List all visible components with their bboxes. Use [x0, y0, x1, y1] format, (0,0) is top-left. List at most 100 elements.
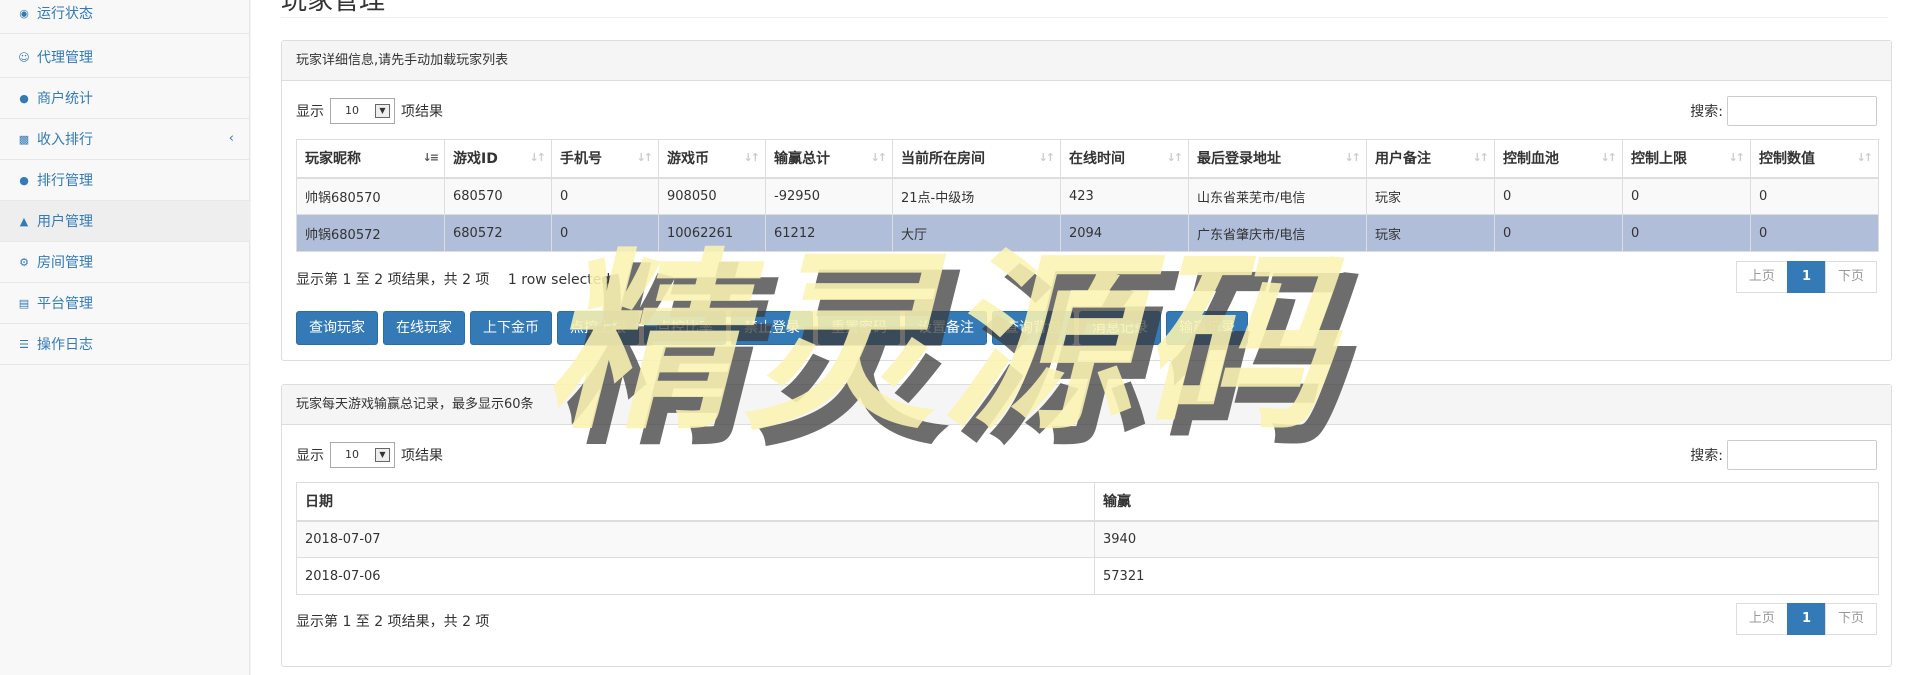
players-search-control: 搜索: [1690, 96, 1877, 126]
bell-icon: ▲ [19, 214, 29, 228]
column-header-date[interactable]: 日期 [296, 482, 1095, 522]
action-button-bar: 查询玩家 在线玩家 上下金币 点控上限 点控比率 禁止登录 重置密码 设置备注 … [296, 311, 1253, 345]
sort-icon: ↓↑ [1600, 151, 1618, 164]
column-header-control-pool[interactable]: 控制血池 ↓↑ [1494, 139, 1623, 179]
sidebar-item-label: 用户管理 [37, 214, 93, 230]
cell-online-time: 423 [1060, 177, 1189, 215]
cell-win-loss: 57321 [1094, 557, 1879, 595]
players-table-header: 玩家昵称 ↓≡ 游戏ID ↓↑ 手机号 ↓↑ 游戏币 ↓↑ 输赢总计 ↓↑ 当前所在房间 ↓… [296, 139, 1879, 179]
sidebar-item-platform[interactable]: ▤ 平台管理 [0, 283, 250, 324]
table-row[interactable]: 2018-07-07 3940 [296, 520, 1879, 558]
query-player-button[interactable]: 查询玩家 [296, 311, 378, 345]
adjust-coins-button[interactable]: 上下金币 [470, 311, 552, 345]
column-header-current-room[interactable]: 当前所在房间 ↓↑ [892, 139, 1061, 179]
length-suffix-label: 项结果 [401, 104, 443, 120]
sidebar-item-income-ranking[interactable]: ▩ 收入排行 ‹ [0, 119, 250, 160]
pagination-next[interactable]: 下页 [1824, 603, 1877, 635]
table-row-selected[interactable]: 帅锅680572 680572 0 10062261 61212 大厅 2094… [296, 214, 1879, 252]
table-row[interactable]: 2018-07-06 57321 [296, 557, 1879, 595]
control-limit-button[interactable]: 点控上限 [557, 311, 639, 345]
daily-panel-heading: 玩家每天游戏输赢总记录，最多显示60条 [282, 385, 1891, 425]
column-header-control-value[interactable]: 控制数值 ↓↑ [1750, 139, 1879, 179]
keyboard-icon: ▤ [18, 296, 30, 310]
cell-remark: 玩家 [1366, 214, 1495, 252]
selected-rows-info: 1 row selected [507, 272, 611, 288]
cell-remark: 玩家 [1366, 177, 1495, 215]
smile-icon: ☺ [18, 50, 30, 64]
column-header-remark[interactable]: 用户备注 ↓↑ [1366, 139, 1495, 179]
ban-login-button[interactable]: 禁止登录 [731, 311, 813, 345]
sort-icon: ↓↑ [870, 151, 888, 164]
sort-icon: ↓↑ [1472, 151, 1490, 164]
sidebar-item-label: 平台管理 [37, 296, 93, 312]
sort-icon: ↓↑ [529, 151, 547, 164]
sort-icon: ↓↑ [1728, 151, 1746, 164]
sidebar-item-label: 排行管理 [37, 173, 93, 189]
daily-search-input[interactable] [1727, 440, 1877, 470]
players-length-control: 显示 10 ▼ 项结果 [296, 98, 443, 124]
sidebar-item-rooms[interactable]: ⚙ 房间管理 [0, 242, 250, 283]
daily-table-info: 显示第 1 至 2 项结果，共 2 项 [296, 614, 490, 630]
dashboard-icon: ◉ [19, 6, 29, 20]
select-arrow-icon: ▼ [375, 104, 390, 118]
message-records-button[interactable]: 消息记录 [1079, 311, 1161, 345]
list-icon: ☰ [19, 337, 29, 351]
set-remark-button[interactable]: 设置备注 [905, 311, 987, 345]
sort-icon: ↓↑ [1166, 151, 1184, 164]
online-players-button[interactable]: 在线玩家 [383, 311, 465, 345]
pagination-page-1[interactable]: 1 [1786, 261, 1826, 293]
pagination-prev[interactable]: 上页 [1735, 603, 1788, 635]
query-backpack-button[interactable]: 查询背包 [992, 311, 1074, 345]
sort-icon: ↓↑ [1344, 151, 1362, 164]
daily-records-panel: 玩家每天游戏输赢总记录，最多显示60条 显示 10 ▼ 项结果 搜索: 日期 输赢… [281, 384, 1892, 667]
sort-icon: ↓↑ [1856, 151, 1874, 164]
pagination-prev[interactable]: 上页 [1735, 261, 1788, 293]
length-value: 10 [345, 104, 359, 117]
sort-asc-icon: ↓≡ [422, 151, 440, 164]
column-header-nickname[interactable]: 玩家昵称 ↓≡ [296, 139, 445, 179]
column-header-control-limit[interactable]: 控制上限 ↓↑ [1622, 139, 1751, 179]
players-table: 玩家昵称 ↓≡ 游戏ID ↓↑ 手机号 ↓↑ 游戏币 ↓↑ 输赢总计 ↓↑ 当前所在房间 ↓… [296, 139, 1879, 252]
length-suffix-label: 项结果 [401, 448, 443, 464]
sidebar-item-ranking[interactable]: ● 排行管理 [0, 160, 250, 201]
column-header-total-win-loss[interactable]: 输赢总计 ↓↑ [765, 139, 893, 179]
sidebar-item-agents[interactable]: ☺ 代理管理 [0, 37, 250, 78]
length-show-label: 显示 [296, 104, 324, 120]
sidebar-item-label: 房间管理 [37, 255, 93, 271]
cell-current-room: 21点-中级场 [892, 177, 1061, 215]
control-rate-button[interactable]: 点控比率 [644, 311, 726, 345]
sidebar-item-status[interactable]: ◉ 运行状态 [0, 0, 250, 34]
column-header-coins[interactable]: 游戏币 ↓↑ [658, 139, 766, 179]
sidebar-item-logs[interactable]: ☰ 操作日志 [0, 324, 250, 365]
select-arrow-icon: ▼ [375, 448, 390, 462]
column-header-last-login[interactable]: 最后登录地址 ↓↑ [1188, 139, 1367, 179]
players-panel-heading: 玩家详细信息,请先手动加载玩家列表 [282, 41, 1891, 81]
column-header-game-id[interactable]: 游戏ID ↓↑ [444, 139, 552, 179]
sidebar-item-users[interactable]: ▲ 用户管理 [0, 201, 250, 242]
players-length-select[interactable]: 10 ▼ [330, 98, 395, 124]
cell-last-login: 广东省肇庆市/电信 [1188, 214, 1367, 252]
cell-game-id: 680570 [444, 177, 552, 215]
cell-phone: 0 [551, 177, 659, 215]
sidebar-item-merchants[interactable]: ● 商户统计 [0, 78, 250, 119]
sort-icon: ↓↑ [1038, 151, 1056, 164]
cell-phone: 0 [551, 214, 659, 252]
players-search-input[interactable] [1727, 96, 1877, 126]
main-content: 玩家管理 玩家详细信息,请先手动加载玩家列表 显示 10 ▼ 项结果 搜索: 玩家… [251, 0, 1919, 675]
cell-coins: 10062261 [658, 214, 766, 252]
cell-control-pool: 0 [1494, 177, 1623, 215]
column-header-phone[interactable]: 手机号 ↓↑ [551, 139, 659, 179]
pagination-page-1[interactable]: 1 [1786, 603, 1826, 635]
cell-control-value: 0 [1750, 177, 1879, 215]
reset-password-button[interactable]: 重置密码 [818, 311, 900, 345]
daily-length-select[interactable]: 10 ▼ [330, 442, 395, 468]
cell-last-login: 山东省莱芜市/电信 [1188, 177, 1367, 215]
win-loss-records-button[interactable]: 输赢记录 [1166, 311, 1248, 345]
daily-length-control: 显示 10 ▼ 项结果 [296, 442, 443, 468]
pagination-next[interactable]: 下页 [1824, 261, 1877, 293]
cell-total-win-loss: -92950 [765, 177, 893, 215]
table-row[interactable]: 帅锅680570 680570 0 908050 -92950 21点-中级场 … [296, 177, 1879, 215]
column-header-win-loss[interactable]: 输赢 [1094, 482, 1879, 522]
column-header-online-time[interactable]: 在线时间 ↓↑ [1060, 139, 1189, 179]
sidebar-item-label: 收入排行 [37, 132, 93, 148]
